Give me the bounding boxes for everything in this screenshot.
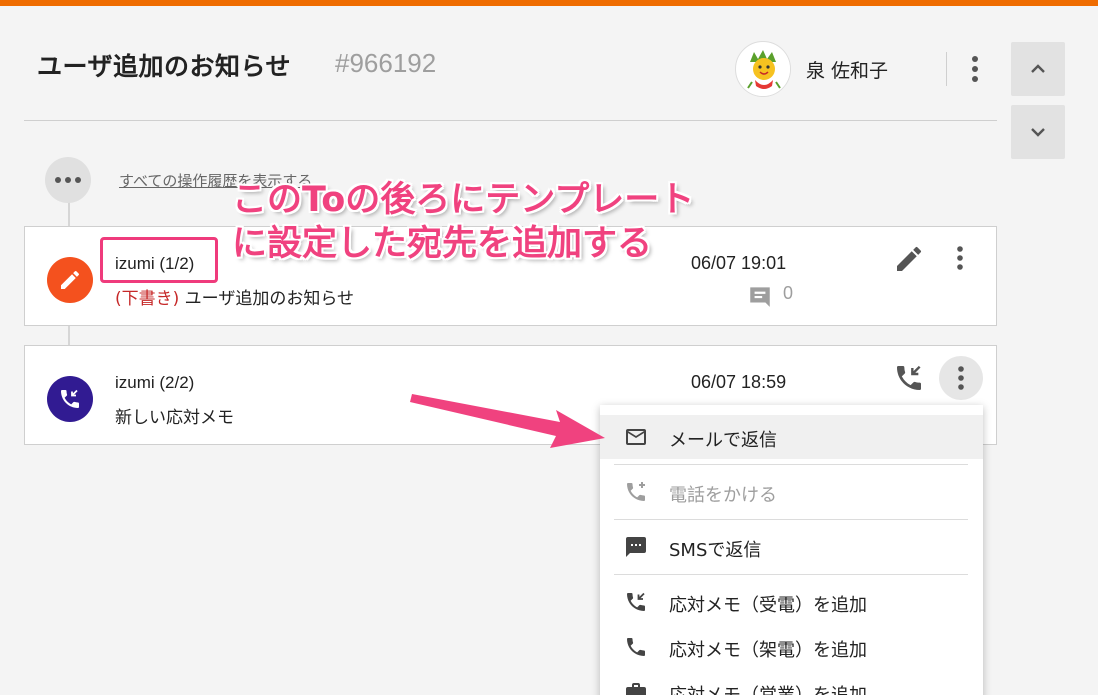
phone-icon	[624, 635, 648, 663]
assignee-name[interactable]: 泉 佐和子	[806, 56, 888, 83]
chevron-down-icon	[1031, 128, 1045, 137]
top-accent-bar	[0, 0, 1098, 6]
comment-count: 0	[783, 283, 794, 303]
menu-item-label: 応対メモ（受電）を追加	[669, 595, 867, 616]
incoming-call-icon	[47, 376, 93, 422]
draft-tag: (下書き)	[115, 289, 180, 309]
more-vert-icon[interactable]	[939, 356, 983, 400]
menu-item-label: 電話をかける	[669, 485, 777, 506]
message-sender: izumi (2/2)	[115, 373, 195, 392]
show-history-dots-icon[interactable]	[45, 157, 91, 203]
menu-item-add-incoming-memo[interactable]: 応対メモ（受電）を追加	[600, 580, 983, 624]
chevron-up-icon	[1031, 64, 1045, 73]
message-subject: 新しい応対メモ	[115, 408, 234, 428]
timeline-line	[68, 326, 70, 345]
add-call-icon	[624, 480, 648, 508]
annotation-arrow-icon	[410, 394, 605, 448]
annotation-text: このToの後ろにテンプレート に設定した宛先を追加する	[232, 178, 694, 266]
menu-item-label: 応対メモ（架電）を追加	[669, 640, 867, 661]
menu-item-label: メールで返信	[669, 430, 777, 451]
menu-item-make-call[interactable]: 電話をかける	[600, 470, 983, 514]
menu-item-label: SMSで返信	[669, 540, 762, 561]
ticket-number: #966192	[335, 48, 437, 78]
edit-icon[interactable]	[893, 243, 925, 279]
briefcase-icon	[624, 680, 648, 695]
menu-item-reply-mail[interactable]: メールで返信	[600, 415, 983, 459]
menu-item-reply-sms[interactable]: SMSで返信	[600, 525, 983, 569]
annotation-highlight-box	[100, 237, 218, 283]
comment-icon	[747, 283, 773, 313]
menu-item-add-outgoing-memo[interactable]: 応対メモ（架電）を追加	[600, 625, 983, 669]
header-divider-line	[24, 120, 997, 121]
menu-separator	[614, 464, 968, 465]
annotation-line-2: に設定した宛先を追加する	[232, 224, 653, 264]
menu-separator	[614, 574, 968, 575]
timeline-line	[68, 200, 70, 226]
incoming-call-icon[interactable]	[893, 362, 925, 398]
menu-item-add-sales-memo[interactable]: 応対メモ（営業）を追加	[600, 670, 983, 695]
incoming-call-icon	[624, 590, 648, 618]
message-subject: (下書き) ユーザ追加のお知らせ	[115, 284, 354, 309]
page-title: ユーザ追加のお知らせ	[37, 52, 292, 81]
more-vert-icon[interactable]	[960, 52, 990, 86]
more-vert-icon[interactable]	[947, 243, 973, 273]
header-divider	[946, 52, 947, 86]
pencil-icon	[47, 257, 93, 303]
message-actions-menu: メールで返信 電話をかける SMSで返信 応対メモ（受電）を追加 応対メモ（架電…	[600, 405, 983, 695]
annotation-line-1: このToの後ろにテンプレート	[232, 180, 695, 220]
mail-icon	[624, 425, 648, 453]
sms-icon	[624, 535, 648, 563]
menu-item-label: 応対メモ（営業）を追加	[669, 681, 867, 695]
next-ticket-button[interactable]	[1011, 105, 1065, 159]
message-date: 06/07 19:01	[691, 253, 787, 273]
previous-ticket-button[interactable]	[1011, 42, 1065, 96]
message-date: 06/07 18:59	[691, 372, 787, 392]
message-subject-text: ユーザ追加のお知らせ	[184, 289, 354, 309]
avatar[interactable]	[735, 41, 791, 97]
menu-separator	[614, 519, 968, 520]
